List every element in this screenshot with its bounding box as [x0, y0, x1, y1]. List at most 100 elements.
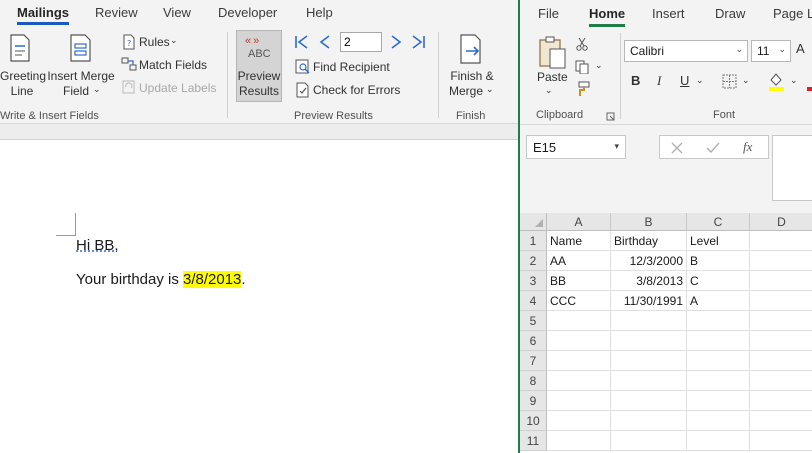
chevron-down-icon[interactable]: ⌄ — [742, 75, 750, 86]
font-name-select[interactable]: Calibri ⌄ — [624, 40, 748, 62]
cell-d4[interactable] — [750, 291, 812, 311]
column-header-a[interactable]: A — [547, 213, 611, 231]
row-header[interactable]: 7 — [520, 351, 547, 371]
confirm-entry-icon[interactable] — [705, 141, 721, 155]
cell-c8[interactable] — [687, 371, 750, 391]
spreadsheet-grid[interactable]: A B C D 1 Name Birthday Level 2 AA 12/3/2000 B 3… — [520, 213, 812, 453]
cell-d8[interactable] — [750, 371, 812, 391]
last-record-icon[interactable] — [411, 34, 427, 50]
tab-developer[interactable]: Developer — [218, 5, 277, 20]
column-header-c[interactable]: C — [687, 213, 750, 231]
cell-c6[interactable] — [687, 331, 750, 351]
cell-a8[interactable] — [547, 371, 611, 391]
tab-page-layout[interactable]: Page L — [773, 6, 812, 21]
tab-review[interactable]: Review — [95, 5, 138, 20]
cell-c3[interactable]: C — [687, 271, 750, 291]
italic-button[interactable]: I — [657, 73, 661, 89]
insert-function-icon[interactable]: fx — [743, 139, 752, 155]
cell-a11[interactable] — [547, 431, 611, 451]
cell-b10[interactable] — [611, 411, 687, 431]
cut-icon[interactable] — [575, 37, 589, 51]
cell-c1[interactable]: Level — [687, 231, 750, 251]
cell-c4[interactable]: A — [687, 291, 750, 311]
cell-b6[interactable] — [611, 331, 687, 351]
cell-c11[interactable] — [687, 431, 750, 451]
cell-a5[interactable] — [547, 311, 611, 331]
row-header[interactable]: 3 — [520, 271, 547, 291]
row-header[interactable]: 1 — [520, 231, 547, 251]
row-header[interactable]: 2 — [520, 251, 547, 271]
borders-icon[interactable] — [722, 74, 737, 89]
select-all-corner[interactable] — [520, 213, 547, 231]
cell-b9[interactable] — [611, 391, 687, 411]
increase-font-icon[interactable]: A — [796, 41, 805, 56]
cell-b7[interactable] — [611, 351, 687, 371]
bold-button[interactable]: B — [631, 73, 640, 88]
cell-d3[interactable] — [750, 271, 812, 291]
cell-c7[interactable] — [687, 351, 750, 371]
row-header[interactable]: 8 — [520, 371, 547, 391]
tab-insert[interactable]: Insert — [652, 6, 685, 21]
cell-a6[interactable] — [547, 331, 611, 351]
cell-d10[interactable] — [750, 411, 812, 431]
row-header[interactable]: 10 — [520, 411, 547, 431]
name-box[interactable]: E15 ▾ — [526, 135, 626, 159]
cell-a2[interactable]: AA — [547, 251, 611, 271]
cell-b5[interactable] — [611, 311, 687, 331]
cell-a4[interactable]: CCC — [547, 291, 611, 311]
tab-draw[interactable]: Draw — [715, 6, 745, 21]
first-record-icon[interactable] — [293, 34, 309, 50]
chevron-down-icon[interactable]: ⌄ — [790, 75, 798, 86]
row-header[interactable]: 11 — [520, 431, 547, 451]
cell-a3[interactable]: BB — [547, 271, 611, 291]
cell-a7[interactable] — [547, 351, 611, 371]
fill-color-icon[interactable] — [767, 71, 785, 91]
word-document[interactable]: Hi BB, Your birthday is 3/8/2013. — [0, 141, 518, 453]
tab-help[interactable]: Help — [306, 5, 333, 20]
tab-view[interactable]: View — [163, 5, 191, 20]
row-header[interactable]: 9 — [520, 391, 547, 411]
dialog-launcher-icon[interactable] — [606, 112, 615, 121]
column-header-d[interactable]: D — [750, 213, 812, 231]
preview-results-button[interactable]: «» ABC Preview Results — [236, 30, 282, 102]
format-painter-icon[interactable] — [575, 81, 591, 97]
previous-record-icon[interactable] — [318, 34, 332, 50]
cell-c10[interactable] — [687, 411, 750, 431]
greeting-paragraph[interactable]: Hi BB, — [76, 237, 119, 254]
tab-mailings[interactable]: Mailings — [17, 5, 70, 25]
row-header[interactable]: 6 — [520, 331, 547, 351]
cell-c9[interactable] — [687, 391, 750, 411]
cell-d5[interactable] — [750, 311, 812, 331]
cell-b2[interactable]: 12/3/2000 — [611, 251, 687, 271]
cell-c5[interactable] — [687, 311, 750, 331]
cell-d6[interactable] — [750, 331, 812, 351]
tab-file[interactable]: File — [538, 6, 559, 21]
row-header[interactable]: 5 — [520, 311, 547, 331]
cancel-entry-icon[interactable] — [670, 141, 684, 155]
copy-icon[interactable] — [575, 60, 591, 74]
cell-d1[interactable] — [750, 231, 812, 251]
font-size-select[interactable]: 11 ⌄ — [751, 40, 791, 62]
cell-b4[interactable]: 11/30/1991 — [611, 291, 687, 311]
cell-a9[interactable] — [547, 391, 611, 411]
column-header-b[interactable]: B — [611, 213, 687, 231]
cell-d2[interactable] — [750, 251, 812, 271]
cell-a1[interactable]: Name — [547, 231, 611, 251]
chevron-down-icon[interactable]: ⌄ — [696, 75, 704, 86]
next-record-icon[interactable] — [389, 34, 403, 50]
row-header[interactable]: 4 — [520, 291, 547, 311]
cell-a10[interactable] — [547, 411, 611, 431]
cell-b11[interactable] — [611, 431, 687, 451]
cell-c2[interactable]: B — [687, 251, 750, 271]
cell-b1[interactable]: Birthday — [611, 231, 687, 251]
underline-button[interactable]: U — [680, 73, 689, 88]
tab-home[interactable]: Home — [589, 6, 626, 27]
formula-input[interactable] — [772, 135, 812, 201]
chevron-down-icon[interactable]: ⌄ — [595, 60, 603, 71]
record-number-input[interactable] — [340, 32, 382, 52]
cell-b8[interactable] — [611, 371, 687, 391]
cell-b3[interactable]: 3/8/2013 — [611, 271, 687, 291]
cell-d9[interactable] — [750, 391, 812, 411]
birthday-paragraph[interactable]: Your birthday is 3/8/2013. — [76, 271, 246, 288]
font-color-icon[interactable] — [805, 71, 812, 91]
